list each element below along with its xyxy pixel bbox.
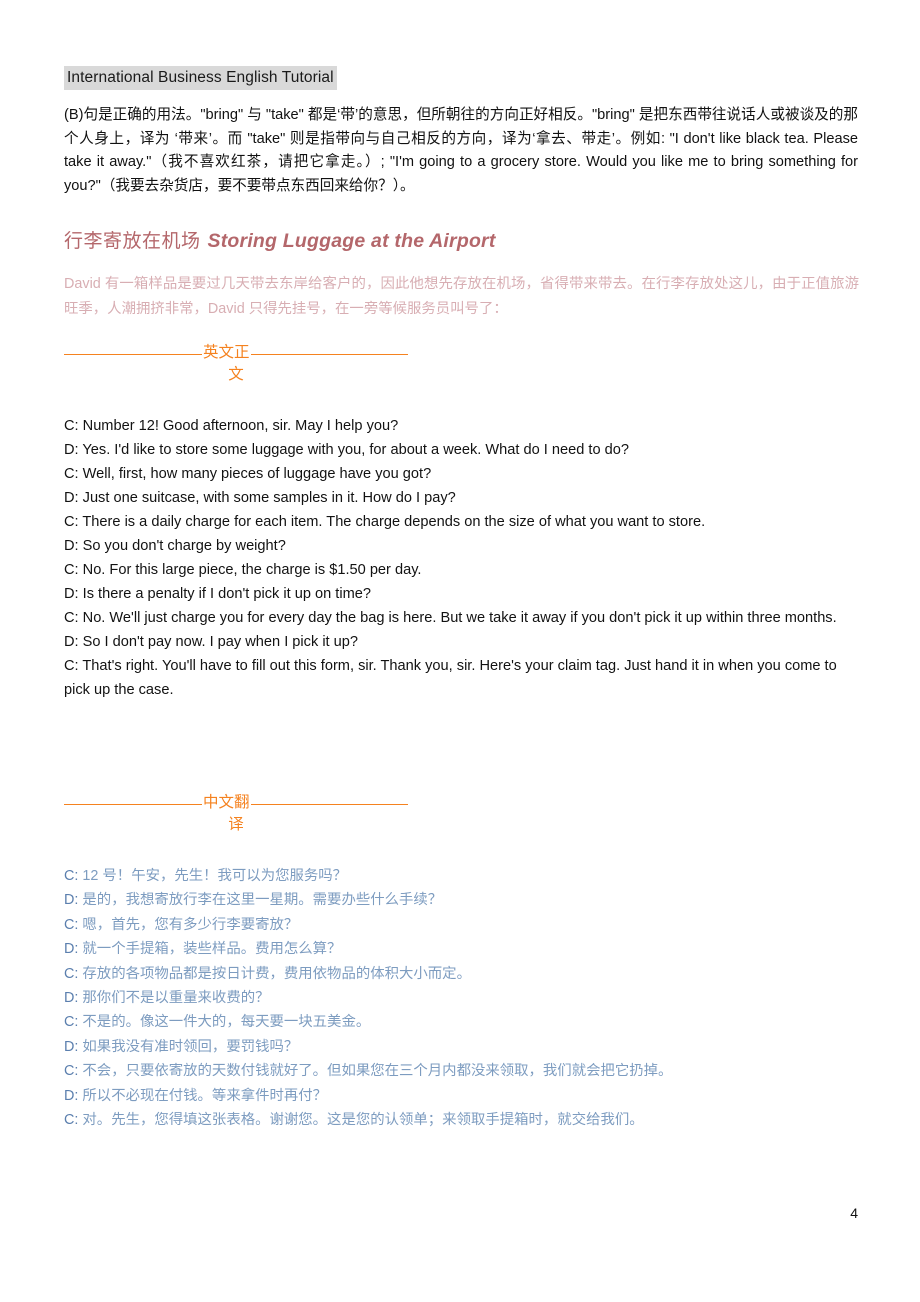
dialogue-text: 12 号！午安，先生！我可以为您服务吗？	[82, 868, 348, 884]
divider-rule-row: 中文翻	[64, 795, 408, 811]
dialogue-line: D: Is there a penalty if I don't pick it…	[64, 586, 371, 602]
chinese-dialogue: C: 12 号！午安，先生！我可以为您服务吗？ D: 是的，我想寄放行李在这里一…	[64, 864, 864, 1132]
divider-rule-left	[64, 353, 202, 355]
dialogue-speaker: D:	[64, 1087, 79, 1104]
dialogue-line: D: Yes. I'd like to store some luggage w…	[64, 442, 629, 458]
section-heading-chinese: 行李寄放在机场	[64, 231, 201, 252]
dialogue-line: C: 不是的。像这一件大的，每天要一块五美金。	[64, 1010, 864, 1034]
dialogue-text: 就一个手提箱，装些样品。费用怎么算？	[82, 941, 342, 958]
dialogue-line: C: There is a daily charge for each item…	[64, 514, 706, 530]
dialogue-line: C: That's right. You'll have to fill out…	[64, 658, 837, 698]
divider-chinese-section: 中文翻 译	[64, 795, 408, 835]
dialogue-line: C: 对。先生，您得填这张表格。谢谢您。这是您的认领单；来领取手提箱时，就交给我…	[64, 1108, 864, 1132]
divider-label-chinese-line1: 中文翻	[203, 794, 250, 811]
english-dialogue: C: Number 12! Good afternoon, sir. May I…	[64, 414, 864, 702]
dialogue-line: D: 是的，我想寄放行李在这里一星期。需要办些什么手续？	[64, 888, 864, 912]
page-number: 4	[850, 1205, 858, 1221]
dialogue-text: 嗯，首先，您有多少行李要寄放？	[82, 916, 299, 933]
dialogue-line: C: 不会，只要依寄放的天数付钱就好了。但如果您在三个月内都没来领取，我们就会把…	[64, 1059, 864, 1083]
divider-label-chinese-line2: 译	[228, 816, 244, 833]
dialogue-text: 存放的各项物品都是按日计费，费用依物品的体积大小而定。	[82, 965, 471, 982]
dialogue-text: 不会，只要依寄放的天数付钱就好了。但如果您在三个月内都没来领取，我们就会把它扔掉…	[82, 1063, 673, 1080]
section-heading-english: Storing Luggage at the Airport	[207, 230, 496, 252]
dialogue-speaker: D:	[64, 990, 79, 1007]
divider-rule-right	[250, 353, 408, 355]
dialogue-line: C: Well, first, how many pieces of lugga…	[64, 466, 432, 482]
dialogue-speaker: C:	[64, 868, 79, 884]
running-header-title: International Business English Tutorial	[64, 66, 337, 90]
divider-label-english-line1: 英文正	[203, 344, 250, 361]
note-paragraph: (B)句是正确的用法。"bring" 与 "take" 都是‘带’的意思，但所朝…	[64, 107, 858, 194]
dialogue-line: D: Just one suitcase, with some samples …	[64, 490, 456, 506]
dialogue-speaker: C:	[64, 1014, 79, 1031]
dialogue-line: C: Number 12! Good afternoon, sir. May I…	[64, 418, 399, 434]
dialogue-speaker: C:	[64, 916, 79, 933]
dialogue-text: 对。先生，您得填这张表格。谢谢您。这是您的认领单；来领取手提箱时，就交给我们。	[82, 1112, 644, 1129]
divider-rule-right	[250, 803, 408, 805]
section-intro-paragraph: David 有一箱样品是要过几天带去东岸给客户的，因此他想先存放在机场，省得带来…	[64, 276, 859, 317]
dialogue-speaker: D:	[64, 941, 79, 958]
dialogue-line: C: No. For this large piece, the charge …	[64, 562, 422, 578]
running-header: International Business English Tutorial	[64, 66, 337, 90]
dialogue-text: 那你们不是以重量来收费的？	[82, 990, 270, 1007]
dialogue-line: D: 如果我没有准时领回，要罚钱吗？	[64, 1035, 864, 1059]
dialogue-line: C: No. We'll just charge you for every d…	[64, 610, 837, 626]
dialogue-line: D: So you don't charge by weight?	[64, 538, 286, 554]
divider-rule-row: 英文正	[64, 345, 408, 361]
dialogue-line: C: 12 号！午安，先生！我可以为您服务吗？	[64, 864, 864, 888]
divider-label-english-line2: 文	[228, 366, 244, 383]
dialogue-line: C: 嗯，首先，您有多少行李要寄放？	[64, 913, 864, 937]
dialogue-speaker: D:	[64, 1038, 79, 1055]
dialogue-line: D: So I don't pay now. I pay when I pick…	[64, 634, 359, 650]
dialogue-speaker: D:	[64, 892, 79, 909]
dialogue-speaker: C:	[64, 1063, 79, 1080]
dialogue-text: 如果我没有准时领回，要罚钱吗？	[82, 1038, 299, 1055]
dialogue-text: 是的，我想寄放行李在这里一星期。需要办些什么手续？	[82, 892, 443, 909]
divider-english-section: 英文正 文	[64, 345, 408, 385]
dialogue-line: C: 存放的各项物品都是按日计费，费用依物品的体积大小而定。	[64, 962, 864, 986]
dialogue-text: 所以不必现在付钱。等来拿件时再付？	[82, 1087, 328, 1104]
dialogue-speaker: C:	[64, 965, 79, 982]
divider-rule-left	[64, 803, 202, 805]
dialogue-speaker: C:	[64, 1112, 79, 1129]
dialogue-line: D: 那你们不是以重量来收费的？	[64, 986, 864, 1010]
section-heading: 行李寄放在机场 Storing Luggage at the Airport	[64, 226, 496, 253]
dialogue-line: D: 所以不必现在付钱。等来拿件时再付？	[64, 1084, 864, 1108]
dialogue-line: D: 就一个手提箱，装些样品。费用怎么算？	[64, 937, 864, 961]
dialogue-text: 不是的。像这一件大的，每天要一块五美金。	[82, 1014, 371, 1031]
document-page: International Business English Tutorial …	[0, 0, 920, 1302]
